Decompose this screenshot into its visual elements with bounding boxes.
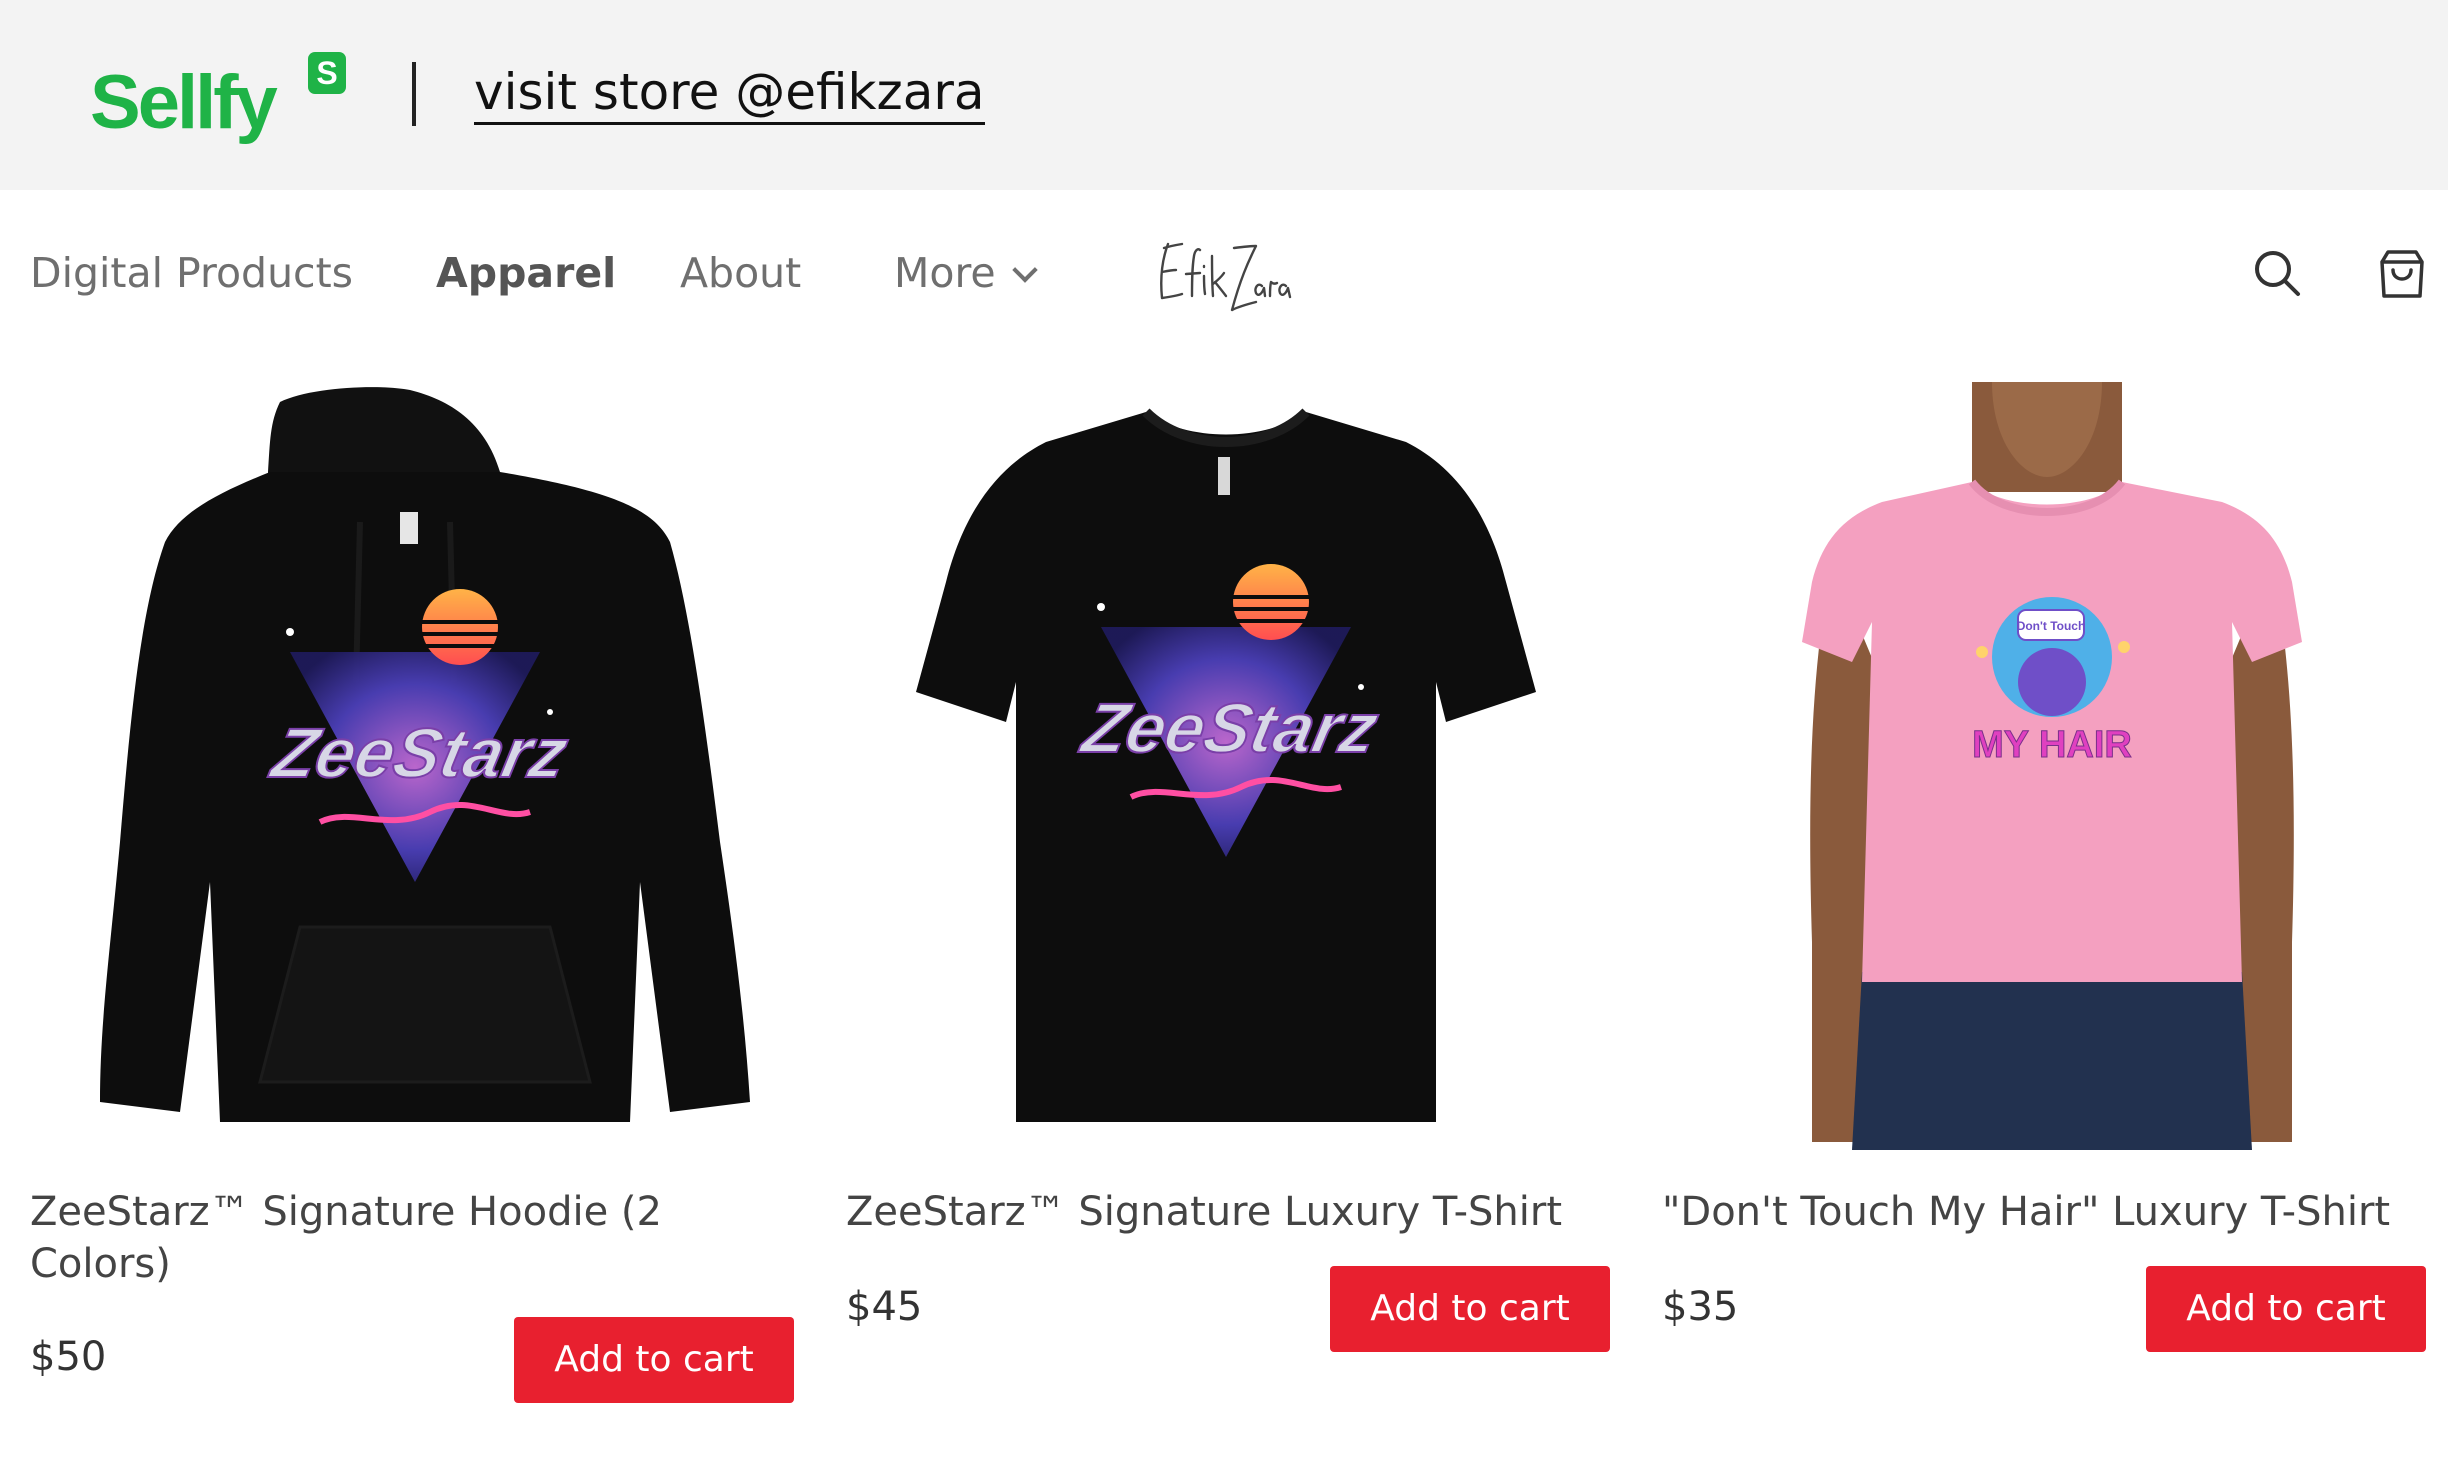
store-logo[interactable] — [1152, 226, 1302, 326]
sellfy-badge-icon: S — [308, 52, 346, 94]
sellfy-topbar: Sellfy S visit store @efikzara — [0, 0, 2448, 190]
product-price: $45 — [846, 1284, 923, 1330]
shopping-bag-icon[interactable] — [2378, 248, 2426, 300]
nav-item-more[interactable]: More — [894, 248, 1038, 298]
chevron-down-icon — [1011, 257, 1038, 283]
product-name[interactable]: "Don't Touch My Hair" Luxury T-Shirt — [1662, 1186, 2402, 1238]
product-image-pink-tshirt[interactable]: Don't Touch MY HAIR — [1662, 382, 2442, 1150]
add-to-cart-button[interactable]: Add to cart — [514, 1317, 794, 1403]
svg-text:ZeeStarz: ZeeStarz — [264, 714, 574, 792]
nav-item-digital-products[interactable]: Digital Products — [30, 248, 353, 298]
svg-text:MY HAIR: MY HAIR — [1972, 724, 2132, 766]
nav-item-more-label: More — [894, 249, 996, 297]
product-name[interactable]: ZeeStarz™ Signature Luxury T-Shirt — [846, 1186, 1586, 1238]
product-image-tshirt[interactable]: ZeeStarz — [846, 382, 1626, 1150]
product-image-hoodie[interactable]: ZeeStarz — [30, 382, 810, 1150]
svg-text:Don't Touch: Don't Touch — [2017, 619, 2086, 633]
nav-item-apparel[interactable]: Apparel — [436, 248, 616, 298]
search-icon[interactable] — [2252, 248, 2302, 298]
add-to-cart-button[interactable]: Add to cart — [2146, 1266, 2426, 1352]
sellfy-wordmark: Sellfy — [90, 60, 278, 145]
nav-item-about[interactable]: About — [680, 248, 801, 298]
product-price: $50 — [30, 1334, 107, 1380]
visit-store-link[interactable]: visit store @efikzara — [474, 62, 985, 125]
topbar-divider — [412, 62, 416, 126]
svg-text:ZeeStarz: ZeeStarz — [1074, 689, 1384, 767]
add-to-cart-button[interactable]: Add to cart — [1330, 1266, 1610, 1352]
product-price: $35 — [1662, 1284, 1739, 1330]
product-name[interactable]: ZeeStarz™ Signature Hoodie (2 Colors) — [30, 1186, 770, 1290]
